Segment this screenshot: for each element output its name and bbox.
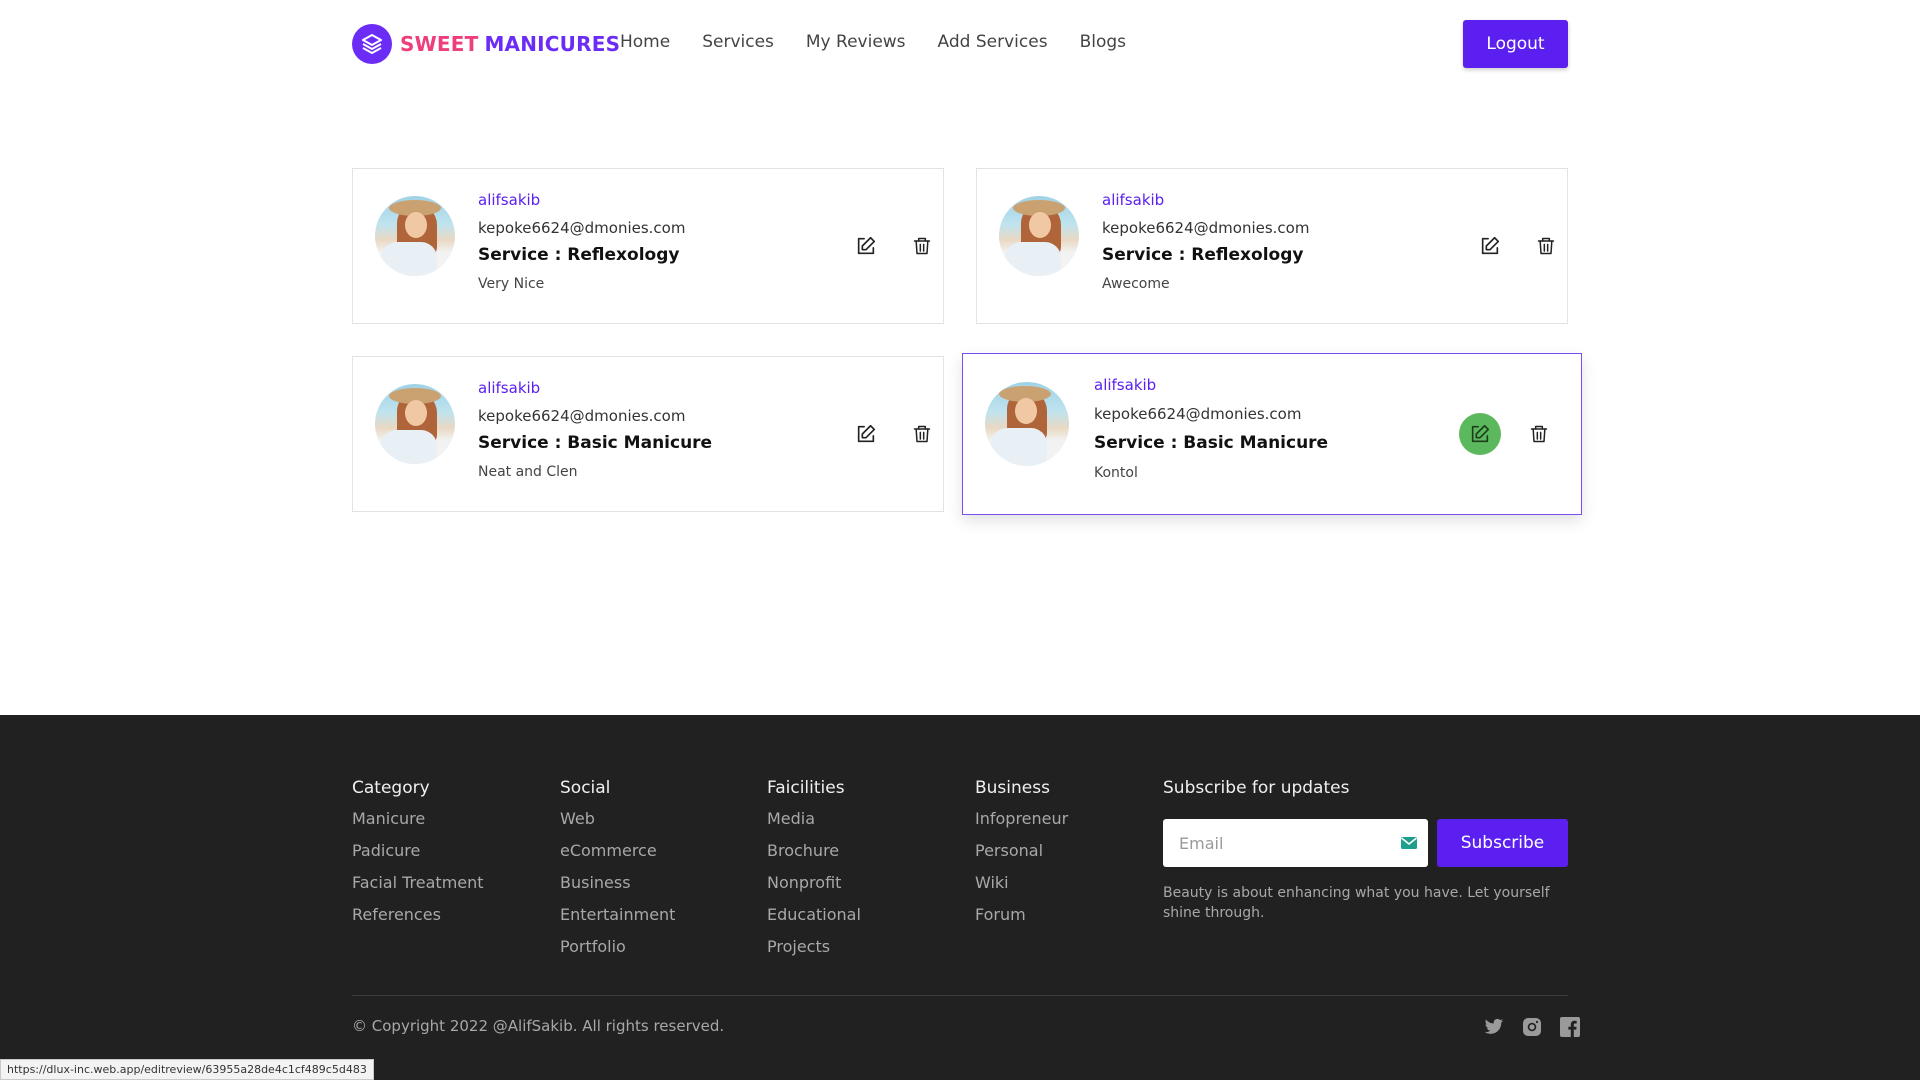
main-nav: Home Services My Reviews Add Services Bl… — [620, 32, 1158, 52]
review-card: alifsakib kepoke6624@dmonies.com Service… — [976, 168, 1568, 324]
reviewer-name: alifsakib — [478, 379, 541, 397]
reviewer-name: alifsakib — [1094, 376, 1157, 394]
footer-tagline: Beauty is about enhancing what you have.… — [1163, 885, 1550, 921]
footer-link[interactable]: Web — [560, 808, 675, 840]
social-links — [1468, 1015, 1582, 1039]
logout-button[interactable]: Logout — [1463, 20, 1568, 68]
footer-link[interactable]: Wiki — [975, 872, 1068, 904]
footer-link[interactable]: Brochure — [767, 840, 861, 872]
footer-link[interactable]: Personal — [975, 840, 1068, 872]
reviewer-email: kepoke6624@dmonies.com — [478, 407, 686, 425]
edit-icon[interactable] — [1470, 226, 1510, 266]
reviewer-name: alifsakib — [478, 191, 541, 209]
footer-link[interactable]: Nonprofit — [767, 872, 861, 904]
nav-home[interactable]: Home — [620, 32, 670, 52]
subscribe-button[interactable]: Subscribe — [1437, 819, 1568, 867]
footer-column-business: Business Infopreneur Personal Wiki Forum — [975, 778, 1068, 936]
reviewer-email: kepoke6624@dmonies.com — [478, 219, 686, 237]
avatar — [375, 196, 455, 276]
reviewer-name: alifsakib — [1102, 191, 1165, 209]
trash-icon[interactable] — [902, 226, 942, 266]
facebook-icon[interactable] — [1558, 1015, 1582, 1039]
footer-column-title: Category — [352, 778, 430, 798]
review-card: alifsakib kepoke6624@dmonies.com Service… — [352, 356, 944, 512]
header: SWEET MANICURES Home Services My Reviews … — [0, 0, 1920, 88]
review-service: Service : Basic Manicure — [1094, 433, 1329, 453]
trash-icon[interactable] — [1519, 414, 1559, 454]
avatar — [999, 196, 1079, 276]
footer-link[interactable]: Projects — [767, 936, 861, 968]
footer-link[interactable]: Manicure — [352, 808, 484, 840]
avatar — [375, 384, 455, 464]
footer-column-title: Faicilities — [767, 778, 845, 798]
subscribe-title: Subscribe for updates — [1163, 778, 1350, 798]
brand-word-sweet: SWEET — [400, 32, 479, 56]
edit-icon[interactable] — [846, 226, 886, 266]
footer-link[interactable]: Entertainment — [560, 904, 675, 936]
nav-services[interactable]: Services — [702, 32, 774, 52]
nav-blogs[interactable]: Blogs — [1080, 32, 1126, 52]
trash-icon[interactable] — [902, 414, 942, 454]
review-comment: Awecome — [1102, 276, 1170, 292]
footer-column-facilities: Faicilities Media Brochure Nonprofit Edu… — [767, 778, 861, 968]
status-bar-url: https://dlux-inc.web.app/editreview/6395… — [0, 1059, 374, 1080]
instagram-icon[interactable] — [1520, 1015, 1544, 1039]
footer-link[interactable]: Facial Treatment — [352, 872, 484, 904]
footer: Category Manicure Padicure Facial Treatm… — [0, 715, 1920, 1080]
reviewer-email: kepoke6624@dmonies.com — [1094, 405, 1302, 423]
footer-column-title: Social — [560, 778, 611, 798]
footer-link[interactable]: References — [352, 904, 484, 936]
footer-divider — [352, 995, 1568, 996]
nav-my-reviews[interactable]: My Reviews — [806, 32, 906, 52]
review-card-hovered: alifsakib kepoke6624@dmonies.com Service… — [962, 353, 1582, 515]
footer-link[interactable]: eCommerce — [560, 840, 675, 872]
email-input[interactable] — [1163, 819, 1428, 867]
review-card: alifsakib kepoke6624@dmonies.com Service… — [352, 168, 944, 324]
reviewer-email: kepoke6624@dmonies.com — [1102, 219, 1310, 237]
footer-column-social: Social Web eCommerce Business Entertainm… — [560, 778, 675, 968]
stacked-layers-icon — [352, 24, 392, 64]
review-comment: Very Nice — [478, 276, 545, 292]
brand-word-manicures: MANICURES — [484, 32, 621, 56]
twitter-icon[interactable] — [1482, 1015, 1506, 1039]
review-service: Service : Reflexology — [1102, 245, 1304, 265]
trash-icon[interactable] — [1526, 226, 1566, 266]
nav-add-services[interactable]: Add Services — [938, 32, 1048, 52]
avatar — [985, 382, 1069, 466]
copyright: © Copyright 2022 @AlifSakib. All rights … — [352, 1017, 725, 1035]
footer-link[interactable]: Infopreneur — [975, 808, 1068, 840]
review-service: Service : Reflexology — [478, 245, 680, 265]
brand-name: SWEET MANICURES — [400, 32, 620, 56]
mail-icon — [1400, 835, 1418, 851]
footer-link[interactable]: Educational — [767, 904, 861, 936]
review-service: Service : Basic Manicure — [478, 433, 713, 453]
edit-icon[interactable] — [1459, 413, 1501, 455]
review-comment: Neat and Clen — [478, 464, 578, 480]
footer-link[interactable]: Portfolio — [560, 936, 675, 968]
edit-icon[interactable] — [846, 414, 886, 454]
footer-column-category: Category Manicure Padicure Facial Treatm… — [352, 778, 484, 936]
review-comment: Kontol — [1094, 465, 1138, 481]
footer-link[interactable]: Media — [767, 808, 861, 840]
footer-link[interactable]: Forum — [975, 904, 1068, 936]
brand[interactable]: SWEET MANICURES — [352, 24, 620, 64]
footer-link[interactable]: Business — [560, 872, 675, 904]
footer-link[interactable]: Padicure — [352, 840, 484, 872]
footer-column-title: Business — [975, 778, 1050, 798]
